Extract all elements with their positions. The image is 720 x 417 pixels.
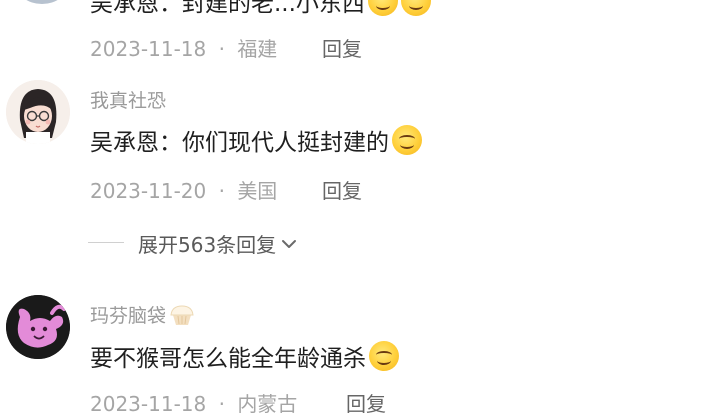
reply-button[interactable]: 回复	[322, 33, 362, 62]
avatar-pink-character-illustration	[6, 295, 70, 359]
comment-top-text: 吴承恩：封建的老...小东西	[90, 0, 365, 17]
comment-meta: 2023-11-18 · 内蒙古	[90, 388, 297, 417]
meta-separator: ·	[218, 179, 225, 203]
comment-location: 福建	[237, 37, 278, 61]
comment-top-content: 吴承恩：封建的老...小东西	[90, 0, 431, 17]
comment-location: 美国	[237, 179, 278, 203]
avatar-girl-illustration	[6, 80, 70, 144]
avatar-mafennaodai[interactable]	[6, 295, 70, 359]
expand-divider	[88, 242, 124, 243]
smile-emoji-icon	[392, 125, 422, 155]
avatar-wozhenshekong[interactable]	[6, 80, 70, 144]
muffin-emoji-icon	[170, 304, 194, 325]
comment-content: 要不猴哥怎么能全年龄通杀	[90, 340, 399, 372]
comment-text: 要不猴哥怎么能全年龄通杀	[90, 346, 366, 372]
smile-emoji-icon	[400, 0, 431, 16]
comment-date: 2023-11-18	[90, 37, 207, 61]
reply-button[interactable]: 回复	[322, 175, 362, 204]
meta-separator: ·	[218, 37, 225, 61]
comment-username: 玛芬脑袋	[90, 301, 196, 328]
avatar-top[interactable]	[16, 0, 68, 4]
reply-button[interactable]: 回复	[346, 388, 386, 417]
comment-meta: 2023-11-20 · 美国	[90, 175, 277, 204]
comment-username-text[interactable]: 玛芬脑袋	[90, 301, 166, 328]
chevron-down-icon	[282, 239, 297, 248]
meta-separator: ·	[218, 392, 225, 416]
comment-text: 吴承恩：你们现代人挺封建的	[90, 130, 389, 156]
comment-date: 2023-11-20	[90, 179, 207, 203]
comment-date: 2023-11-18	[90, 392, 207, 416]
comment-location: 内蒙古	[237, 392, 298, 416]
comment-content: 吴承恩：你们现代人挺封建的	[90, 124, 422, 156]
smile-emoji-icon	[367, 0, 398, 16]
expand-replies-label: 展开563条回复	[138, 233, 277, 257]
comment-top-meta: 2023-11-18 · 福建	[90, 33, 277, 62]
comment-username[interactable]: 我真社恐	[90, 86, 166, 113]
expand-replies-button[interactable]: 展开563条回复	[138, 229, 297, 258]
smile-emoji-icon	[369, 341, 399, 371]
